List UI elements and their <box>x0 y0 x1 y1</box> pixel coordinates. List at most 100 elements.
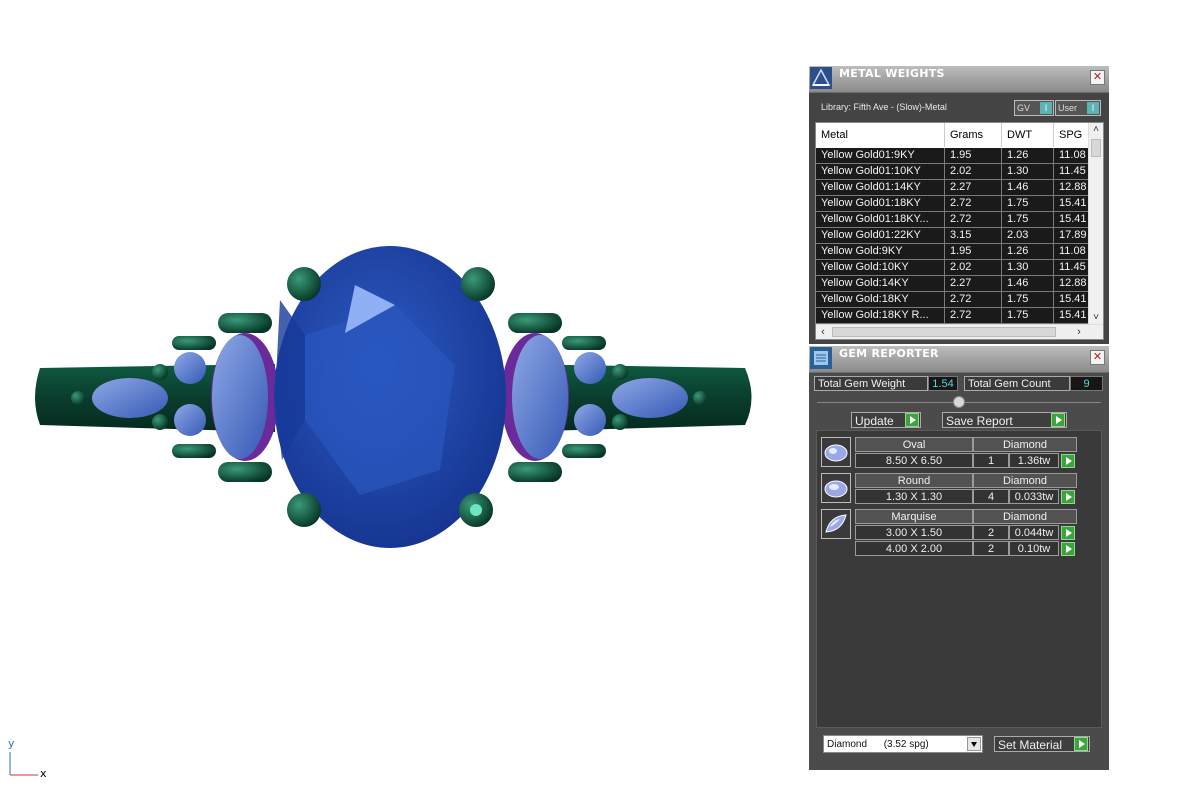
metal-cell: Yellow Gold:9KY <box>816 244 945 259</box>
gem-weight: 1.36tw <box>1009 453 1059 468</box>
marquise-gem-icon[interactable] <box>821 509 851 539</box>
toggle-indicator-icon: I <box>1040 102 1052 114</box>
dwt-cell: 1.75 <box>1002 196 1054 211</box>
play-icon <box>1051 413 1065 427</box>
table-row[interactable]: Yellow Gold01:14KY 2.27 1.46 12.88 <box>816 180 1089 196</box>
table-row[interactable]: Yellow Gold:9KY 1.95 1.26 11.08 <box>816 244 1089 260</box>
gem-reporter-titlebar[interactable]: GEM REPORTER ✕ <box>809 346 1109 373</box>
grams-cell: 1.95 <box>945 244 1002 259</box>
select-gem-button[interactable] <box>1061 490 1075 504</box>
column-header-metal[interactable]: Metal <box>816 123 945 147</box>
grams-cell: 1.95 <box>945 148 1002 163</box>
ring-model-render <box>9 246 752 776</box>
dwt-cell: 1.26 <box>1002 148 1054 163</box>
gem-weight: 0.10tw <box>1009 541 1059 556</box>
metal-cell: Yellow Gold:18KY R... <box>816 308 945 323</box>
dwt-cell: 1.46 <box>1002 180 1054 195</box>
gem-shape: Oval <box>855 437 973 452</box>
gem-material: Diamond <box>973 509 1077 524</box>
grams-cell: 3.15 <box>945 228 1002 243</box>
metal-cell: Yellow Gold01:18KY... <box>816 212 945 227</box>
column-header-dwt[interactable]: DWT <box>1002 123 1054 147</box>
scroll-down-icon[interactable]: ˅ <box>1089 311 1103 325</box>
total-gem-count-value: 9 <box>1070 376 1103 391</box>
gem-size: 8.50 X 6.50 <box>855 453 973 468</box>
update-button[interactable]: Update <box>851 412 921 428</box>
gem-material: Diamond <box>973 437 1077 452</box>
grams-cell: 2.27 <box>945 180 1002 195</box>
scroll-thumb[interactable] <box>832 327 1056 337</box>
table-row[interactable]: Yellow Gold:14KY 2.27 1.46 12.88 <box>816 276 1089 292</box>
vertical-scrollbar[interactable]: ˄ ˅ <box>1088 123 1103 325</box>
table-row[interactable]: Yellow Gold01:18KY 2.72 1.75 15.41 <box>816 196 1089 212</box>
oval-gem-icon[interactable] <box>821 437 851 467</box>
metal-weights-titlebar[interactable]: METAL WEIGHTS ✕ <box>809 66 1109 93</box>
gem-count: 2 <box>973 541 1009 556</box>
dwt-cell: 1.75 <box>1002 308 1054 323</box>
metal-cell: Yellow Gold:14KY <box>816 276 945 291</box>
metal-cell: Yellow Gold01:18KY <box>816 196 945 211</box>
material-select[interactable]: Diamond (3.52 spg) <box>823 735 983 753</box>
gem-weight: 0.044tw <box>1009 525 1059 540</box>
grams-cell: 2.72 <box>945 212 1002 227</box>
scroll-right-icon[interactable]: › <box>1072 325 1086 339</box>
scroll-up-icon[interactable]: ˄ <box>1089 123 1103 137</box>
panel-title: GEM REPORTER <box>839 347 939 360</box>
gem-list[interactable]: Oval Diamond 8.50 X 6.50 1 1.36tw Round … <box>816 430 1102 728</box>
gem-size: 3.00 X 1.50 <box>855 525 973 540</box>
gem-reporter-panel: GEM REPORTER ✕ Total Gem Weight 1.54 Tot… <box>809 346 1109 770</box>
scroll-left-icon[interactable]: ‹ <box>816 325 830 339</box>
gem-count: 2 <box>973 525 1009 540</box>
table-row[interactable]: Yellow Gold01:9KY 1.95 1.26 11.08 <box>816 148 1089 164</box>
gem-count: 4 <box>973 489 1009 504</box>
gem-shape: Marquise <box>855 509 973 524</box>
3d-viewport[interactable]: y x <box>0 0 800 795</box>
metal-cell: Yellow Gold:10KY <box>816 260 945 275</box>
grams-cell: 2.02 <box>945 260 1002 275</box>
table-row[interactable]: Yellow Gold:18KY 2.72 1.75 15.41 <box>816 292 1089 308</box>
table-row[interactable]: Yellow Gold:10KY 2.02 1.30 11.45 <box>816 260 1089 276</box>
save-report-button[interactable]: Save Report <box>942 412 1067 428</box>
metal-cell: Yellow Gold:18KY <box>816 292 945 307</box>
total-gem-count-label: Total Gem Count <box>964 376 1070 391</box>
panel-title: METAL WEIGHTS <box>839 67 945 80</box>
gem-size: 4.00 X 2.00 <box>855 541 973 556</box>
gem-count: 1 <box>973 453 1009 468</box>
gv-toggle[interactable]: GV I <box>1014 100 1054 116</box>
grams-cell: 2.72 <box>945 308 1002 323</box>
splitter-handle[interactable] <box>953 396 965 408</box>
dwt-cell: 1.26 <box>1002 244 1054 259</box>
total-gem-weight-value: 1.54 <box>928 376 958 391</box>
round-gem-icon[interactable] <box>821 473 851 503</box>
grams-cell: 2.02 <box>945 164 1002 179</box>
set-material-button[interactable]: Set Material <box>994 736 1090 752</box>
table-row[interactable]: Yellow Gold01:18KY... 2.72 1.75 15.41 <box>816 212 1089 228</box>
play-icon <box>1074 737 1088 751</box>
gem-size: 1.30 X 1.30 <box>855 489 973 504</box>
gem-shape: Round <box>855 473 973 488</box>
metal-table[interactable]: Metal Grams DWT SPG Yellow Gold01:9KY 1.9… <box>815 122 1104 340</box>
metal-cell: Yellow Gold01:9KY <box>816 148 945 163</box>
select-gem-button[interactable] <box>1061 454 1075 468</box>
metal-cell: Yellow Gold01:14KY <box>816 180 945 195</box>
table-row[interactable]: Yellow Gold:18KY R... 2.72 1.75 15.41 <box>816 308 1089 324</box>
close-icon[interactable]: ✕ <box>1090 70 1105 85</box>
scroll-thumb[interactable] <box>1091 139 1101 157</box>
select-gem-button[interactable] <box>1061 542 1075 556</box>
grams-cell: 2.72 <box>945 196 1002 211</box>
column-header-grams[interactable]: Grams <box>945 123 1002 147</box>
chevron-down-icon[interactable] <box>967 737 981 751</box>
grams-cell: 2.27 <box>945 276 1002 291</box>
report-icon <box>810 347 832 369</box>
select-gem-button[interactable] <box>1061 526 1075 540</box>
close-icon[interactable]: ✕ <box>1090 350 1105 365</box>
gem-weight: 0.033tw <box>1009 489 1059 504</box>
horizontal-scrollbar[interactable]: ‹ › <box>816 324 1103 339</box>
axis-x-label: x <box>40 767 47 780</box>
metal-cell: Yellow Gold01:22KY <box>816 228 945 243</box>
scale-icon <box>810 67 832 89</box>
table-row[interactable]: Yellow Gold01:22KY 3.15 2.03 17.89 <box>816 228 1089 244</box>
table-header: Metal Grams DWT SPG <box>816 123 1089 147</box>
table-row[interactable]: Yellow Gold01:10KY 2.02 1.30 11.45 <box>816 164 1089 180</box>
user-toggle[interactable]: User I <box>1055 100 1101 116</box>
